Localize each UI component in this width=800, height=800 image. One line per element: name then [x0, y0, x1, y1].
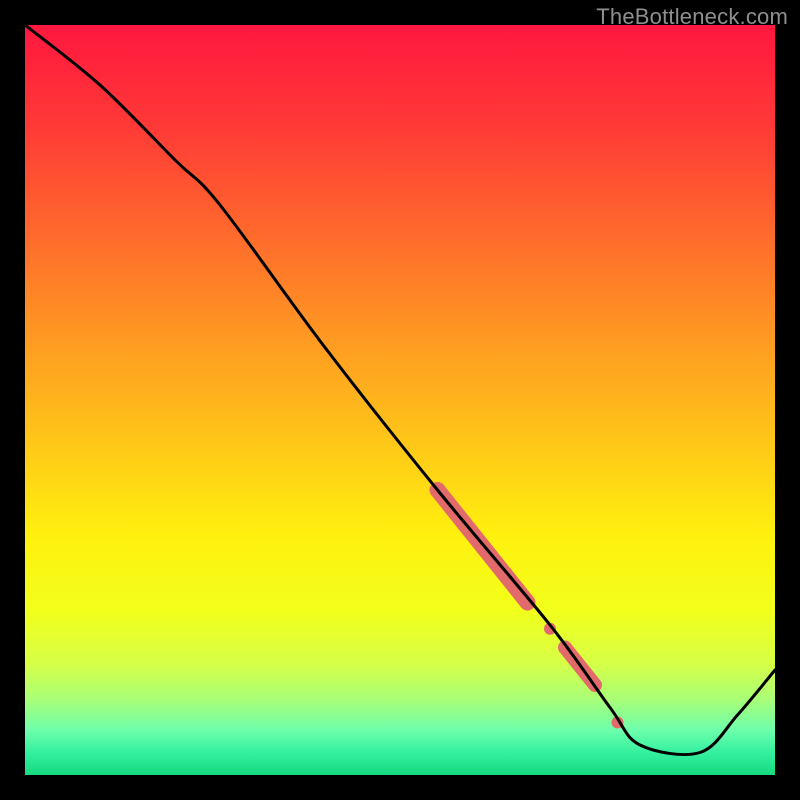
chart-background	[25, 25, 775, 775]
watermark-text: TheBottleneck.com	[596, 4, 788, 30]
chart-frame: TheBottleneck.com	[0, 0, 800, 800]
bottleneck-chart	[25, 25, 775, 775]
